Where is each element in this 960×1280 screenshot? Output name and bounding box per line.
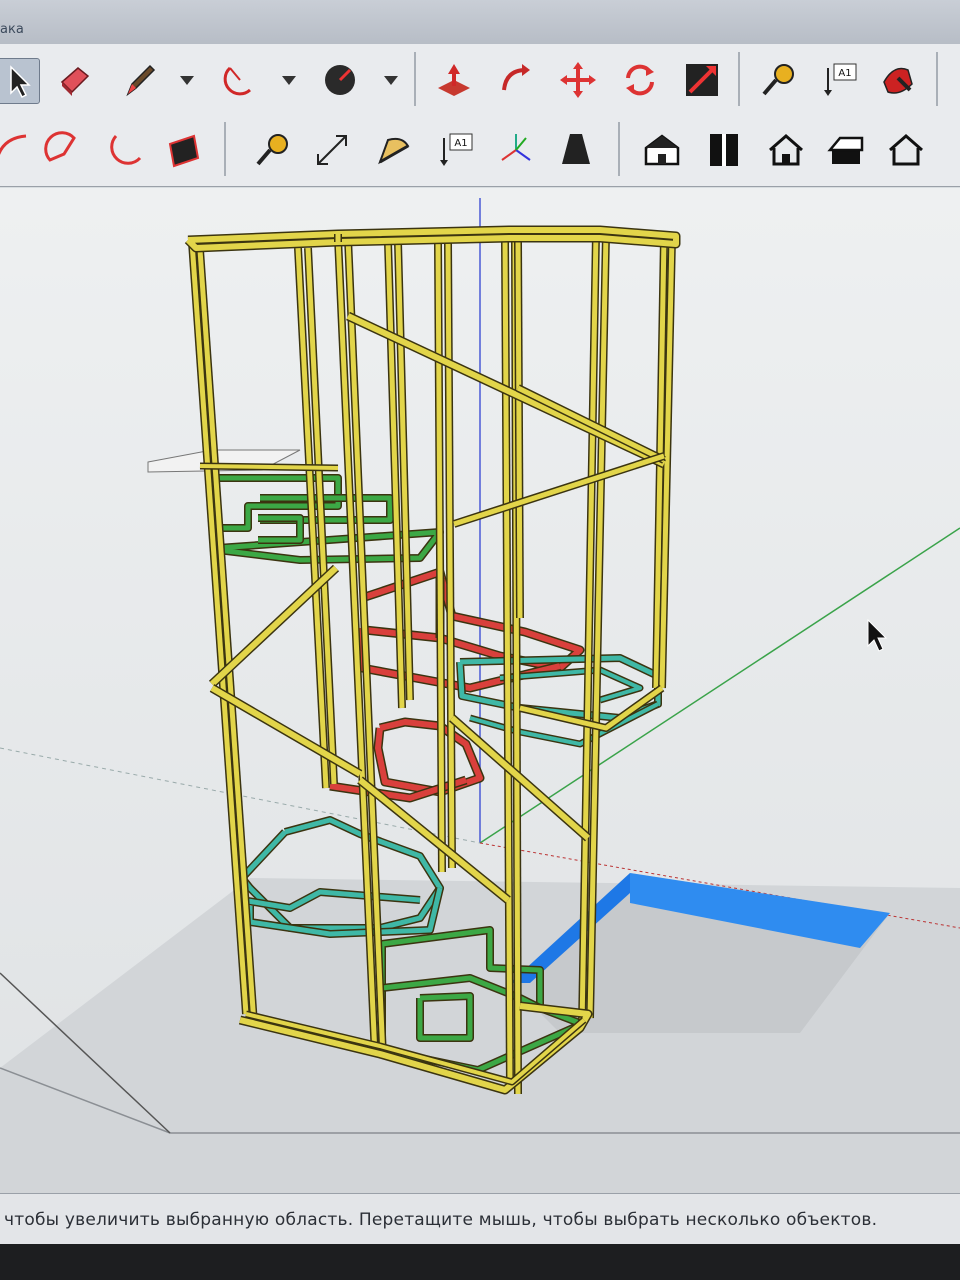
text-icon: A1 [440,133,473,166]
protractor-button[interactable] [372,128,416,172]
toolbar-separator [936,52,938,106]
move-tool-button[interactable] [556,58,600,102]
tape-measure-icon [762,64,794,96]
push-pull-icon [438,64,470,96]
text-label-icon: A1 [824,63,857,96]
chevron-down-icon[interactable] [384,76,398,86]
eraser-tool-button[interactable] [52,58,96,102]
window-title: ака [0,22,24,37]
tape-measure-tool-button[interactable] [756,58,800,102]
arc-3pt-button[interactable] [104,128,148,172]
main-toolbar: A1 [0,44,960,115]
rectangle-rotated-icon [168,134,200,168]
text-tool-label: A1 [454,138,467,149]
frame-post-12 [515,241,523,619]
dimension-button[interactable] [310,128,354,172]
chevron-down-icon[interactable] [282,76,296,86]
chevron-down-icon[interactable] [180,76,194,86]
frame-landing-beam [199,464,339,470]
dimension-icon [317,135,347,165]
3d-text-button[interactable] [554,128,598,172]
front-view-icon [769,134,803,166]
secondary-toolbar: A1 [0,114,960,187]
top-view-button[interactable] [702,128,746,172]
arc-3pt-icon [110,134,142,165]
paint-tool-button[interactable] [876,58,920,102]
pie-icon [44,131,76,162]
pencil-tool-button[interactable] [118,58,162,102]
paint-bucket-icon [325,65,355,95]
top-view-icon [710,134,738,166]
arc-icon [223,66,252,96]
title-bar: ака [0,0,960,45]
iso-view-button[interactable] [640,128,684,172]
eraser-icon [60,67,90,96]
toolbar-separator [414,52,416,106]
rotated-rectangle-button[interactable] [162,128,206,172]
arc-tool-button[interactable] [218,58,262,102]
paint-icon [883,67,913,94]
text-tool-label: A1 [838,68,851,79]
3d-viewport[interactable] [0,188,960,1193]
tape-measure-icon [256,134,288,166]
application-window: ака A1 A1 чтобы увеличить выбранную обла… [0,0,960,1280]
3d-text-icon [562,134,590,164]
arc-2pt-icon [0,134,27,156]
pie-button[interactable] [42,128,86,172]
move-icon [560,62,596,98]
status-hint-text: чтобы увеличить выбранную область. Перет… [4,1210,878,1230]
axes-icon [501,134,531,161]
protractor-icon [378,137,410,165]
toolbar-separator [618,122,620,176]
text-tool-button[interactable]: A1 [818,58,862,102]
axes-button[interactable] [494,128,538,172]
scale-tool-button[interactable] [680,58,724,102]
pencil-icon [126,64,156,97]
scale-icon [686,64,718,96]
back-view-icon [889,134,923,166]
rotate-icon [626,64,654,96]
circle-tool-button[interactable] [318,58,362,102]
right-view-icon [827,136,864,164]
back-view-button[interactable] [884,128,928,172]
select-arrow-icon [10,65,31,99]
follow-me-tool-button[interactable] [494,58,538,102]
select-tool-button[interactable] [0,58,40,104]
tape-measure-button[interactable] [250,128,294,172]
toolbar-separator [224,122,226,176]
rotate-tool-button[interactable] [618,58,662,102]
iso-view-icon [644,134,680,166]
arc-2pt-button[interactable] [0,128,34,172]
text-button[interactable]: A1 [434,128,478,172]
right-view-button[interactable] [824,128,868,172]
model-canvas[interactable] [0,188,960,1193]
push-pull-tool-button[interactable] [432,58,476,102]
front-view-button[interactable] [764,128,808,172]
toolbar-separator [738,52,740,106]
follow-me-icon [502,64,530,91]
monitor-bezel [0,1244,960,1280]
